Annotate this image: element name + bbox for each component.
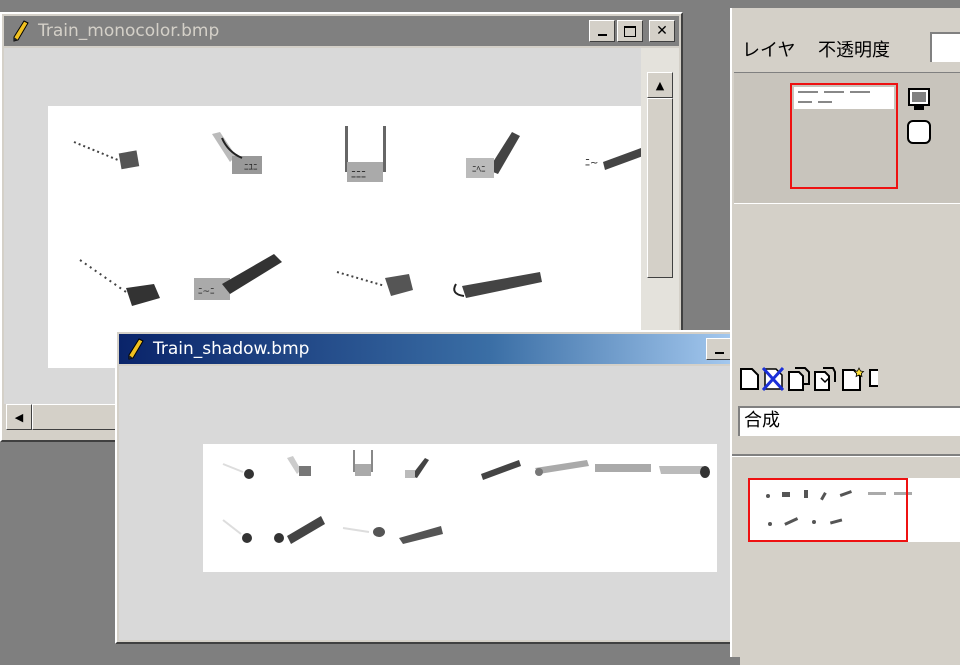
- minimize-button[interactable]: [589, 20, 615, 42]
- svg-text:ﾆ~ﾆ: ﾆ~ﾆ: [198, 287, 215, 297]
- blend-mode-select[interactable]: 合成: [738, 406, 960, 436]
- minimize-icon: [714, 352, 724, 354]
- monocolor-titlebar[interactable]: Train_monocolor.bmp ✕: [4, 16, 679, 46]
- shadow-client: [119, 366, 736, 640]
- page-star-icon[interactable]: [840, 366, 866, 392]
- sprite-train-3: ﾆﾆﾆ: [345, 126, 386, 182]
- window-title: Train_monocolor.bmp: [38, 21, 220, 41]
- window-title: Train_shadow.bmp: [153, 339, 310, 359]
- sprite-train-4: ﾆﾍﾆ: [466, 132, 520, 178]
- scroll-up-button[interactable]: ▲: [647, 72, 673, 98]
- layer-panel: レイヤ 不透明度 合成: [730, 8, 960, 665]
- copy-page-icon[interactable]: [786, 366, 812, 392]
- panel-divider: [732, 454, 960, 457]
- opacity-label: 不透明度: [818, 40, 890, 61]
- minimize-button[interactable]: [706, 338, 732, 360]
- shadow-titlebar[interactable]: Train_shadow.bmp: [119, 334, 736, 364]
- sprite-train-9: [453, 272, 542, 298]
- navigator-viewport-frame[interactable]: [748, 478, 908, 542]
- sprite-train-1: [73, 141, 140, 170]
- pencil-icon: [125, 338, 147, 360]
- merge-icon[interactable]: [812, 366, 838, 392]
- arrow-up-icon: ▲: [655, 78, 665, 92]
- pencil-icon: [10, 20, 32, 42]
- close-icon: ✕: [656, 23, 668, 39]
- layer-label: レイヤ: [742, 40, 796, 61]
- sprite-train-8: [336, 271, 413, 296]
- monitor-icon[interactable]: [906, 87, 932, 113]
- layer-selection-frame: [790, 83, 898, 189]
- navigator-preview[interactable]: [740, 466, 960, 665]
- svg-text:ﾆﾕﾆ: ﾆﾕﾆ: [244, 163, 258, 173]
- maximize-button[interactable]: [617, 20, 643, 42]
- layer-thumbnail[interactable]: [790, 83, 898, 189]
- shadow-sprites: [222, 450, 710, 544]
- sprite-train-5: ﾆ~: [585, 148, 641, 170]
- sprite-train-7: ﾆ~ﾆ: [194, 254, 282, 300]
- maximize-icon: [624, 25, 636, 37]
- svg-text:ﾆﾍﾆ: ﾆﾍﾆ: [472, 165, 486, 175]
- delete-x-icon[interactable]: [760, 366, 786, 392]
- rounded-square-icon[interactable]: [906, 119, 932, 145]
- hscroll-thumb[interactable]: [32, 404, 122, 430]
- minimize-icon: [597, 34, 607, 36]
- monitor-small-icon[interactable]: [868, 366, 878, 392]
- scroll-left-button[interactable]: ◀: [6, 404, 32, 430]
- desktop-lower: [0, 442, 120, 657]
- navigator-image: [748, 478, 960, 542]
- arrow-left-icon: ◀: [14, 410, 24, 424]
- monocolor-canvas[interactable]: ﾆﾕﾆ ﾆﾆﾆ ﾆﾍﾆ ﾆ~ ﾆ~ﾆ: [48, 106, 641, 368]
- new-page-icon[interactable]: [736, 366, 762, 392]
- close-button[interactable]: ✕: [649, 20, 675, 42]
- svg-text:ﾆﾆﾆ: ﾆﾆﾆ: [351, 170, 366, 181]
- shadow-window: Train_shadow.bmp: [115, 330, 740, 644]
- shadow-canvas[interactable]: [203, 444, 717, 572]
- sprite-train-2: ﾆﾕﾆ: [212, 132, 262, 174]
- svg-text:ﾆ~: ﾆ~: [585, 158, 598, 169]
- scroll-thumb[interactable]: [647, 98, 673, 278]
- opacity-input[interactable]: [930, 32, 960, 62]
- sprite-train-6: [79, 259, 160, 306]
- layer-item[interactable]: [734, 72, 960, 204]
